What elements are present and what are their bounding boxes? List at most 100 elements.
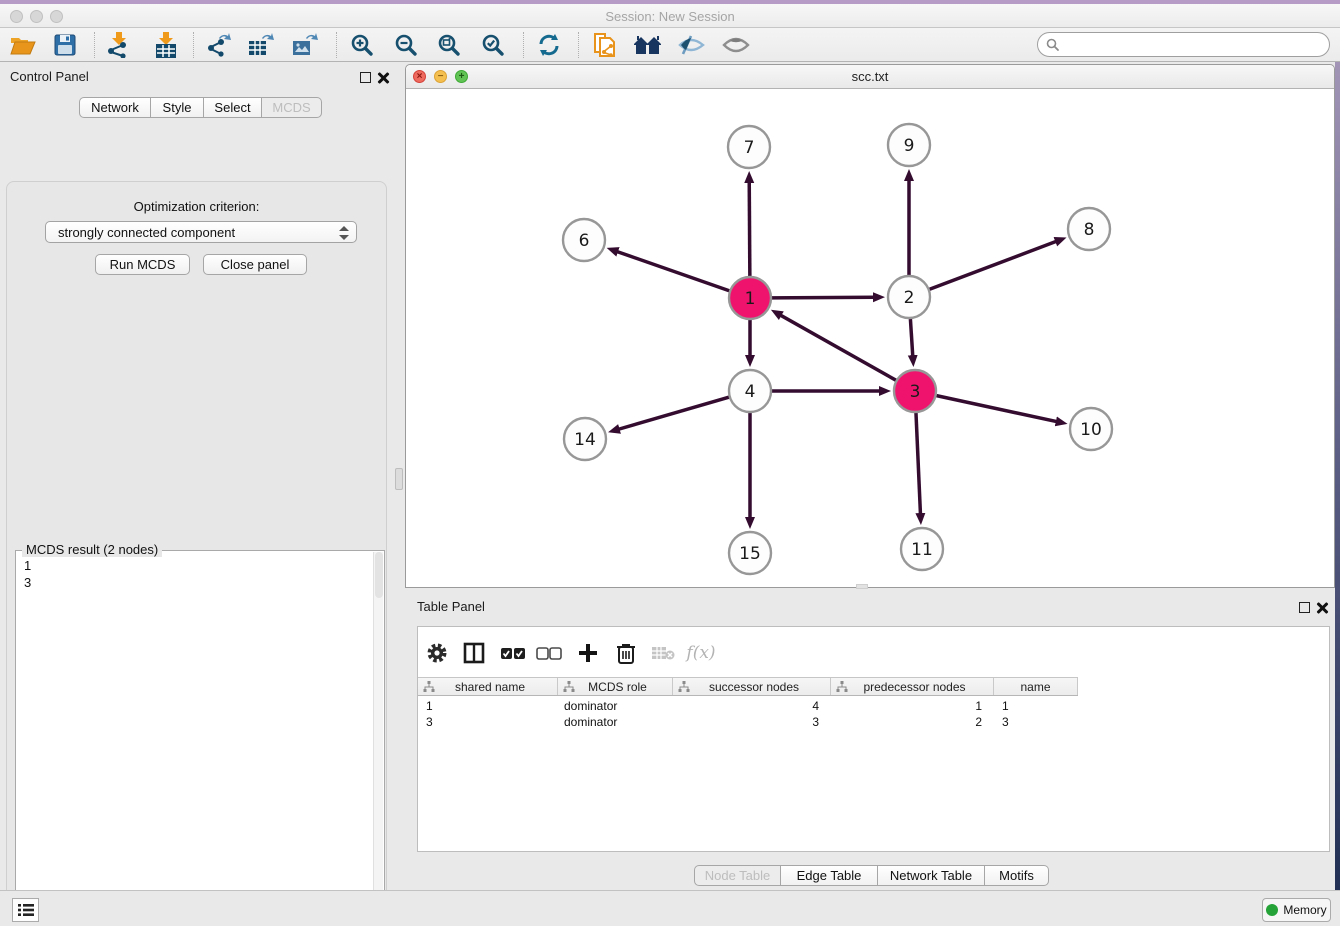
tab-style[interactable]: Style (151, 97, 204, 118)
control-panel: Control Panel Network Style Select MCDS … (0, 62, 393, 890)
table-header-row[interactable]: shared name MCDS role successor nodes pr… (418, 677, 1078, 696)
graph-node-label-11: 11 (911, 540, 933, 560)
delete-row-trash-icon[interactable] (609, 637, 643, 669)
toolbar-separator (336, 32, 337, 58)
graph-node-label-7: 7 (744, 138, 755, 158)
search-field[interactable] (1037, 32, 1330, 57)
control-panel-title: Control Panel (10, 69, 89, 84)
graph-edge-4-14[interactable] (618, 397, 729, 429)
export-network-icon[interactable] (200, 30, 236, 60)
home-layout-icon[interactable] (630, 30, 666, 60)
toolbar-separator (578, 32, 579, 58)
toolbar-separator (193, 32, 194, 58)
search-input[interactable] (1060, 35, 1329, 55)
graph-node-label-1: 1 (745, 289, 756, 309)
control-panel-header: Control Panel (0, 62, 393, 90)
export-table-icon[interactable] (243, 30, 279, 60)
graph-node-label-3: 3 (910, 382, 921, 402)
save-session-icon[interactable] (47, 30, 83, 60)
graph-edge-1-2[interactable] (772, 297, 875, 298)
unselect-all-icon[interactable] (532, 637, 566, 669)
tab-node-table[interactable]: Node Table (694, 865, 781, 886)
select-all-icon[interactable] (496, 637, 530, 669)
app-titlebar: Session: New Session (0, 4, 1340, 28)
delete-table-icon[interactable] (646, 637, 680, 669)
import-network-icon[interactable] (100, 30, 136, 60)
tab-mcds[interactable]: MCDS (262, 97, 322, 118)
network-view-window: × − + scc.txt 1234678910111415 (405, 64, 1335, 588)
show-column-icon[interactable] (457, 637, 491, 669)
graph-edge-2-3[interactable] (910, 319, 912, 357)
tab-select[interactable]: Select (204, 97, 262, 118)
clone-network-icon[interactable] (587, 30, 623, 60)
function-builder-icon: f(x) (684, 637, 718, 669)
splitter-grip[interactable] (395, 468, 403, 490)
optimization-criterion-label: Optimization criterion: (7, 199, 386, 214)
table-row[interactable]: 3 dominator 3 2 3 (418, 714, 1078, 730)
column-shared-name[interactable]: shared name (418, 678, 558, 695)
task-history-button[interactable] (12, 898, 39, 922)
graph-node-label-4: 4 (745, 382, 756, 402)
column-predecessor-nodes[interactable]: predecessor nodes (831, 678, 994, 695)
mcds-panel: Optimization criterion: strongly connect… (6, 181, 387, 926)
zoom-fit-icon[interactable] (431, 30, 467, 60)
import-table-icon[interactable] (148, 30, 184, 60)
export-image-icon[interactable] (287, 30, 323, 60)
tab-network[interactable]: Network (79, 97, 151, 118)
network-title: scc.txt (406, 69, 1334, 84)
memory-button[interactable]: Memory (1262, 898, 1331, 922)
mcds-result-values: 1 3 (24, 557, 31, 591)
search-icon (1046, 38, 1060, 52)
graph-edge-3-10[interactable] (937, 396, 1058, 422)
network-window-titlebar[interactable]: × − + scc.txt (406, 65, 1334, 89)
table-close-icon[interactable] (1316, 602, 1328, 614)
graph-edge-1-6[interactable] (616, 251, 729, 291)
open-session-icon[interactable] (5, 30, 41, 60)
memory-label: Memory (1283, 903, 1326, 917)
dropdown-stepper-icon (339, 224, 350, 242)
column-successor-nodes[interactable]: successor nodes (673, 678, 831, 695)
network-canvas[interactable]: 1234678910111415 (406, 89, 1334, 587)
column-name[interactable]: name (994, 678, 1078, 695)
table-tabs: Node Table Edge Table Network Table Moti… (694, 865, 1049, 886)
mcds-result-box: MCDS result (2 nodes) 1 3 (15, 550, 385, 926)
graph-edge-3-1[interactable] (780, 315, 896, 381)
column-mcds-role[interactable]: MCDS role (558, 678, 673, 695)
mcds-result-legend: MCDS result (2 nodes) (22, 542, 162, 557)
close-panel-button[interactable]: Close panel (203, 254, 307, 275)
zoom-out-icon[interactable] (388, 30, 424, 60)
table-options-gear-icon[interactable] (420, 637, 454, 669)
network-window-grip[interactable] (856, 584, 868, 589)
show-graphics-details-icon[interactable] (674, 30, 710, 60)
graph-node-label-14: 14 (574, 430, 596, 450)
table-panel: Table Panel f(x) (393, 590, 1335, 890)
close-panel-icon[interactable] (377, 72, 389, 84)
criterion-dropdown[interactable]: strongly connected component (45, 221, 357, 243)
run-mcds-button[interactable]: Run MCDS (95, 254, 190, 275)
graph-edge-1-7[interactable] (749, 181, 750, 276)
node-table: f(x) shared name MCDS role successor nod… (417, 626, 1330, 852)
main-toolbar (0, 28, 1340, 62)
bird-eye-view-icon[interactable] (718, 30, 754, 60)
refresh-icon[interactable] (531, 30, 567, 60)
graph-node-label-8: 8 (1084, 220, 1095, 240)
column-type-icon (563, 681, 575, 693)
status-bar: Memory (0, 890, 1340, 926)
float-panel-icon[interactable] (360, 72, 371, 83)
criterion-value: strongly connected component (58, 225, 235, 240)
list-icon (18, 903, 34, 917)
graph-edge-2-8[interactable] (930, 241, 1058, 289)
zoom-in-icon[interactable] (344, 30, 380, 60)
zoom-selected-icon[interactable] (475, 30, 511, 60)
result-scrollbar[interactable] (373, 552, 383, 926)
tab-motifs[interactable]: Motifs (985, 865, 1049, 886)
table-row[interactable]: 1 dominator 4 1 1 (418, 698, 1078, 714)
tab-edge-table[interactable]: Edge Table (781, 865, 878, 886)
control-panel-tabs: Network Style Select MCDS (79, 97, 322, 118)
toolbar-separator (523, 32, 524, 58)
table-float-icon[interactable] (1299, 602, 1310, 613)
column-type-icon (423, 681, 435, 693)
graph-edge-3-11[interactable] (916, 413, 921, 515)
add-row-icon[interactable] (571, 637, 605, 669)
tab-network-table[interactable]: Network Table (878, 865, 985, 886)
